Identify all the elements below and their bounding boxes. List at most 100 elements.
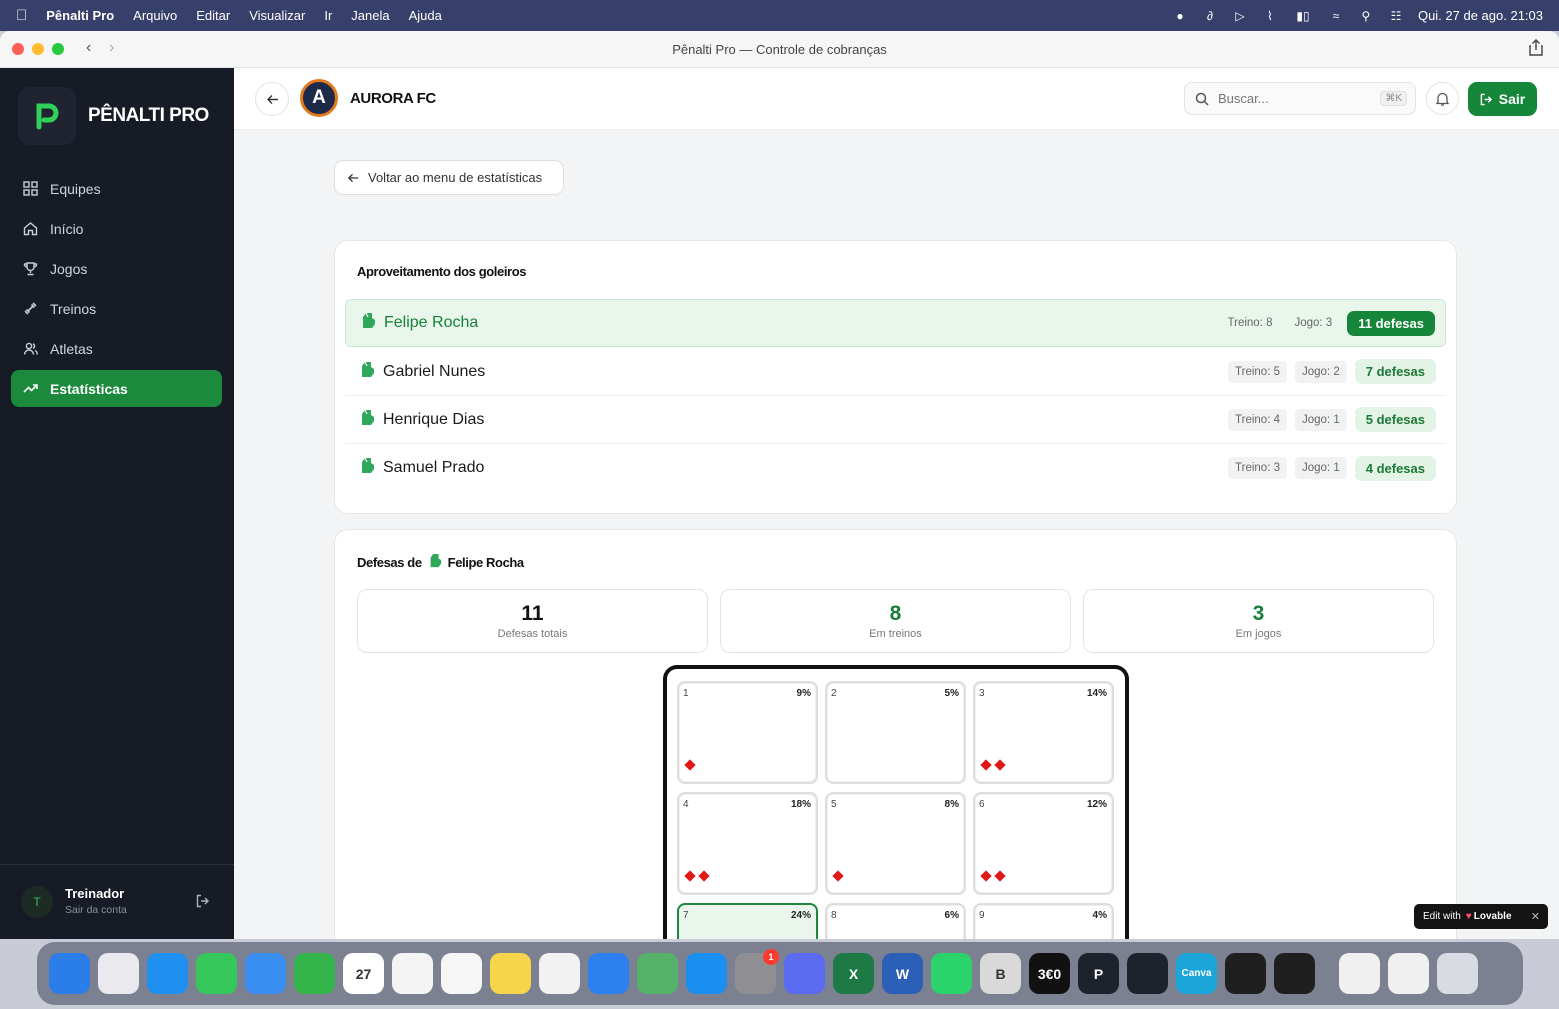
back-button[interactable] (255, 82, 289, 116)
menu-ir[interactable]: Ir (324, 8, 332, 23)
menu-app-name[interactable]: Pênalti Pro (46, 8, 114, 23)
sidebar: PÊNALTI PRO Equipes Início Jogos Treinos… (0, 68, 234, 939)
goal-zone[interactable]: 3 14% (973, 681, 1114, 784)
battery-icon[interactable]: ▮▯ (1292, 9, 1314, 23)
search-input[interactable]: Buscar... ⌘K (1184, 82, 1416, 115)
logout-label: Sair (1498, 91, 1526, 107)
dock-mail-icon[interactable] (245, 953, 286, 994)
dock-safari-icon[interactable] (147, 953, 188, 994)
dock-freeform-icon[interactable] (539, 953, 580, 994)
goalkeeper-row[interactable]: Henrique Dias Treino: 4 Jogo: 1 5 defesa… (345, 396, 1446, 444)
menubar-clock[interactable]: Qui. 27 de ago. 21:03 (1418, 8, 1543, 23)
goal-zone[interactable]: 8 6% (825, 903, 966, 939)
save-marker (832, 870, 844, 882)
dock-penalti-pro-icon[interactable]: P (1078, 953, 1119, 994)
dock-activity-monitor-icon[interactable] (1274, 953, 1315, 994)
goalkeeper-row[interactable]: Gabriel Nunes Treino: 5 Jogo: 2 7 defesa… (345, 348, 1446, 396)
dock-app-store-icon[interactable] (686, 953, 727, 994)
zone-saves (832, 870, 844, 882)
fantastical-icon[interactable]: ∂ (1202, 9, 1218, 23)
share-icon[interactable] (1529, 39, 1543, 56)
menu-ajuda[interactable]: Ajuda (409, 8, 442, 23)
glove-icon (359, 409, 375, 431)
dock-runner-app-icon[interactable] (1127, 953, 1168, 994)
dock-finder-icon[interactable] (49, 953, 90, 994)
defesas-badge: 11 defesas (1347, 310, 1435, 336)
sidebar-item-inicio[interactable]: Início (11, 210, 222, 247)
dock-messages-icon[interactable] (196, 953, 237, 994)
goalkeeper-row[interactable]: Samuel Prado Treino: 3 Jogo: 1 4 defesas (345, 444, 1446, 492)
goal-zone[interactable]: 6 12% (973, 792, 1114, 895)
dock-simulator-icon[interactable] (784, 953, 825, 994)
dock-whatsapp-icon[interactable] (931, 953, 972, 994)
trophy-icon (22, 261, 38, 277)
wifi-icon[interactable]: ≈ (1328, 9, 1344, 23)
menu-visualizar[interactable]: Visualizar (249, 8, 305, 23)
sidebar-item-estatisticas[interactable]: Estatísticas (11, 370, 222, 407)
sidebar-item-treinos[interactable]: Treinos (11, 290, 222, 327)
defesas-badge: 7 defesas (1354, 359, 1436, 384)
logout-button[interactable]: Sair (1468, 82, 1537, 116)
saves-title-prefix: Defesas de (357, 554, 422, 570)
save-marker (980, 870, 992, 882)
goal-zone[interactable]: 9 4% (973, 903, 1114, 939)
dock-calendar-icon[interactable]: 27 (343, 953, 384, 994)
avatar[interactable]: T (21, 886, 53, 918)
logout-link[interactable]: Sair da conta (65, 904, 127, 916)
goal-zone[interactable]: 2 5% (825, 681, 966, 784)
dock-generic-b-icon[interactable]: B (980, 953, 1021, 994)
apple-icon[interactable]:  (16, 7, 27, 24)
menu-janela[interactable]: Janela (351, 8, 389, 23)
main-content: A AURORA FC Buscar... ⌘K Sair Voltar ao … (234, 68, 1559, 939)
close-icon[interactable]: ✕ (1531, 910, 1540, 923)
goal-zone[interactable]: 5 8% (825, 792, 966, 895)
zone-percent: 12% (1086, 799, 1107, 810)
dock-keynote-icon[interactable] (588, 953, 629, 994)
dock-notes-icon[interactable] (490, 953, 531, 994)
dock-trash-icon[interactable] (1437, 953, 1478, 994)
dock-downloads-icon[interactable] (1388, 953, 1429, 994)
defesas-badge: 4 defesas (1354, 455, 1436, 481)
menu-editar[interactable]: Editar (196, 8, 230, 23)
control-center-icon[interactable]: ☷ (1388, 9, 1404, 23)
dock-preview-icon[interactable] (1339, 953, 1380, 994)
goal-zone[interactable]: 4 18% (677, 792, 818, 895)
grammarly-icon[interactable]: ● (1172, 9, 1188, 23)
dock-figma-icon[interactable] (1225, 953, 1266, 994)
menu-arquivo[interactable]: Arquivo (133, 8, 177, 23)
goalkeeper-row[interactable]: Felipe Rocha Treino: 8 Jogo: 3 11 defesa… (345, 299, 1446, 347)
notifications-button[interactable] (1426, 82, 1459, 115)
dock-excel-icon[interactable]: X (833, 953, 874, 994)
play-icon[interactable]: ▷ (1232, 9, 1248, 23)
dock-facetime-icon[interactable] (294, 953, 335, 994)
back-to-stats-button[interactable]: Voltar ao menu de estatísticas (334, 160, 564, 195)
save-marker (994, 759, 1006, 771)
grid-icon (22, 181, 38, 197)
sidebar-item-label: Estatísticas (50, 380, 128, 397)
dock-word-icon[interactable]: W (882, 953, 923, 994)
zone-saves (684, 759, 696, 771)
stat-value: 11 (521, 602, 544, 625)
sidebar-item-atletas[interactable]: Atletas (11, 330, 222, 367)
dock-canva-icon[interactable]: Canva (1176, 953, 1217, 994)
zone-number: 8 (831, 910, 837, 921)
sidebar-item-equipes[interactable]: Equipes (11, 170, 222, 207)
dock-launchpad-icon[interactable] (98, 953, 139, 994)
lovable-brand: Lovable (1473, 911, 1512, 922)
edit-with-lovable-badge[interactable]: Edit with ♥ Lovable ✕ (1414, 904, 1548, 929)
dock-360-app-icon[interactable]: 3€0 (1029, 953, 1070, 994)
goal-zone[interactable]: 1 9% (677, 681, 818, 784)
goal-zone[interactable]: 7 24% (677, 903, 818, 939)
dock-photos-icon[interactable] (441, 953, 482, 994)
airdrop-icon[interactable]: ⌇ (1262, 9, 1278, 23)
save-marker (684, 870, 696, 882)
dock-maps-icon[interactable] (637, 953, 678, 994)
save-marker (684, 759, 696, 771)
logout-icon[interactable] (196, 894, 210, 913)
sidebar-item-jogos[interactable]: Jogos (11, 250, 222, 287)
search-icon (1195, 92, 1209, 106)
spotlight-icon[interactable]: ⚲ (1358, 9, 1374, 23)
dock-reminders-icon[interactable] (392, 953, 433, 994)
team-name: AURORA FC (350, 90, 436, 107)
dock-system-settings-icon[interactable]: 1 (735, 949, 779, 994)
